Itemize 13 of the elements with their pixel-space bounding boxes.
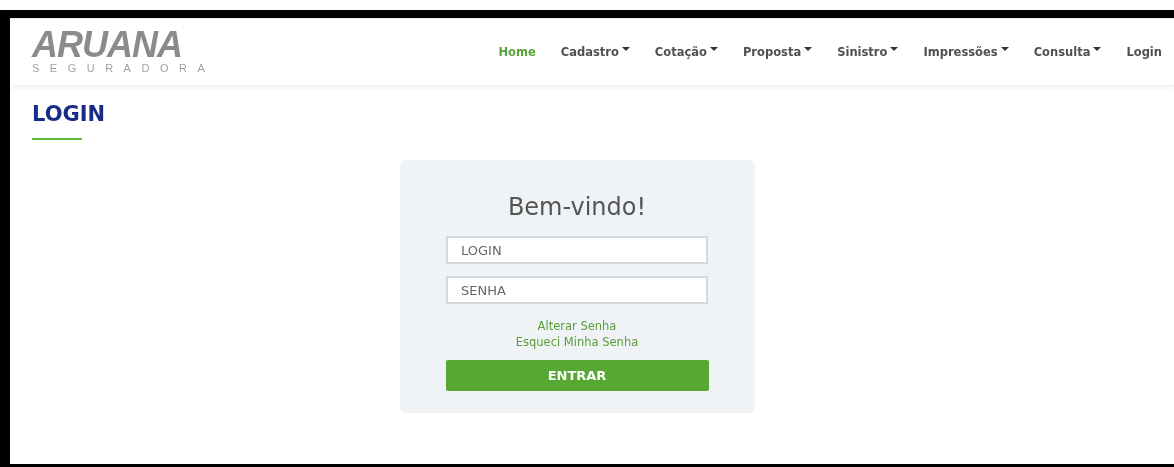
welcome-title: Bem-vindo! xyxy=(507,192,647,222)
input-field[interactable]: LOGIN xyxy=(446,236,708,264)
nav-link[interactable]: Impressões xyxy=(923,45,1009,59)
nav-link[interactable]: Cotação xyxy=(654,45,718,59)
input-field[interactable]: SENHA xyxy=(446,276,708,304)
nav-link[interactable]: Consulta xyxy=(1033,45,1102,59)
logo-name: ARUANA xyxy=(32,29,182,61)
logo-tagline: SEGURADORA xyxy=(32,61,216,75)
nav-link[interactable]: Login xyxy=(1126,45,1162,59)
nav-link[interactable]: Sinistro xyxy=(837,45,899,59)
nav-link[interactable]: Cadastro xyxy=(560,45,630,59)
nav-link[interactable]: Proposta xyxy=(742,45,813,59)
page-title: LOGIN xyxy=(32,101,106,127)
